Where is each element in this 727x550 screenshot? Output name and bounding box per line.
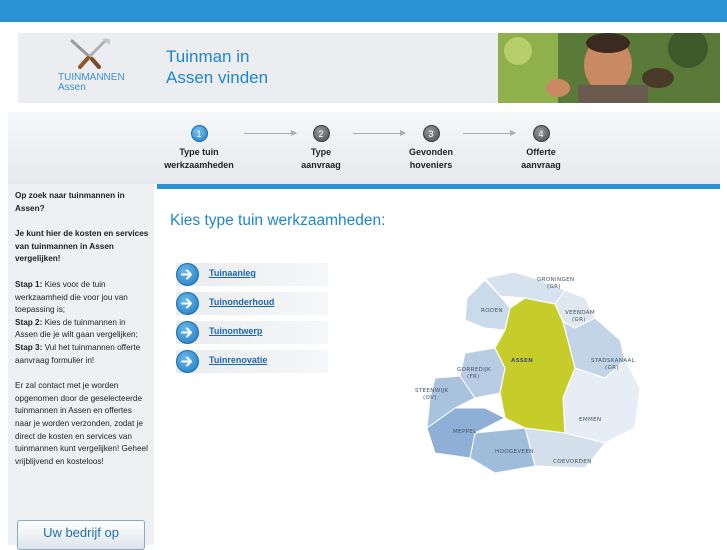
option-label[interactable]: Tuinaanleg <box>209 268 256 278</box>
map-label-hoogeveen: HOOGEVEEN <box>495 449 534 455</box>
step-4-label: Offerte aanvraag <box>495 146 587 172</box>
main-title: Kies type tuin werkzaamheden: <box>170 212 386 229</box>
region-map: GRONINGEN (GR) RODEN VEENDAM (GR) ASSEN … <box>415 271 641 474</box>
option-tuinonderhoud[interactable]: Tuinonderhoud <box>176 292 328 315</box>
step-1-number: 1 <box>190 125 208 142</box>
sidebar-steps: Stap 1: Kies voor de tuin werkzaamheid d… <box>15 279 149 367</box>
step-2-number: 2 <box>312 125 330 142</box>
sidebar-contact: Er zal contact met je worden opgenomen d… <box>15 381 148 466</box>
sidebar-text: Op zoek naar tuinmannen in Assen? Je kun… <box>15 190 149 481</box>
site-header: TUINMANNEN Assen Tuinman in Assen vinden <box>18 33 720 103</box>
step-4-number: 4 <box>532 125 550 142</box>
step-4-label-line1: Offerte <box>526 147 556 157</box>
arrow-right-icon <box>176 263 199 286</box>
sidebar-intro: Je kunt hier de kosten en services van t… <box>15 229 149 264</box>
top-bar <box>0 0 727 22</box>
garden-tools-icon <box>70 38 110 69</box>
option-tuinaanleg[interactable]: Tuinaanleg <box>176 263 328 286</box>
step-1-label-line1: Type tuin <box>179 147 219 157</box>
company-signup-button[interactable]: Uw bedrijf op <box>17 520 145 550</box>
option-label[interactable]: Tuinontwerp <box>209 326 262 336</box>
map-label-steenwijk-sub: (OV) <box>423 395 437 401</box>
arrow-right-icon <box>176 321 199 344</box>
map-label-emmen: EMMEN <box>579 417 601 423</box>
map-label-gorredijk-sub: (FR) <box>467 374 480 380</box>
logo-line2: Assen <box>58 82 86 93</box>
step-2-label: Type aanvraag <box>275 146 367 172</box>
sidebar-question: Op zoek naar tuinmannen in Assen? <box>15 191 125 213</box>
arrow-right-icon <box>176 350 199 373</box>
map-label-gorredijk: GORREDIJK <box>457 367 491 373</box>
step-4-label-line2: aanvraag <box>521 160 561 170</box>
step-4: 4 Offerte aanvraag <box>495 125 587 172</box>
page-title: Tuinman in Assen vinden <box>166 46 268 88</box>
map-label-veendam-sub: (GR) <box>572 317 586 323</box>
map-label-roden: RODEN <box>481 308 503 314</box>
map-label-stadskanaal: STADSKANAAL <box>591 358 636 364</box>
step1-label: Stap 1: <box>15 279 43 289</box>
step-3-label: Gevonden hoveniers <box>385 146 477 172</box>
map-label-veendam: VEENDAM <box>565 310 595 316</box>
step-2-label-line1: Type <box>310 147 332 157</box>
arrow-right-icon <box>176 292 199 315</box>
step-3-number: 3 <box>422 125 440 142</box>
step-2-label-line2: aanvraag <box>301 160 341 170</box>
map-label-stadskanaal-sub: (GR) <box>605 365 619 371</box>
step-3-label-line1: Gevonden <box>408 147 453 157</box>
option-tuinontwerp[interactable]: Tuinontwerp <box>176 321 328 344</box>
map-label-coevorden: COEVORDEN <box>553 459 592 465</box>
map-label-groningen-sub: (GR) <box>547 284 561 290</box>
step-1[interactable]: 1 Type tuin werkzaamheden <box>153 125 245 172</box>
step3-label: Stap 3: <box>15 342 43 352</box>
map-label-assen: ASSEN <box>511 358 533 364</box>
map-label-groningen: GRONINGEN <box>537 277 574 283</box>
option-tuinrenovatie[interactable]: Tuinrenovatie <box>176 350 328 373</box>
page-title-line2: Assen vinden <box>166 68 269 87</box>
content-divider <box>157 184 720 189</box>
logo-text: TUINMANNEN Assen <box>58 73 125 93</box>
step-1-label-line2: werkzaamheden <box>164 160 234 170</box>
step-3-label-line2: hoveniers <box>409 160 453 170</box>
option-label[interactable]: Tuinonderhoud <box>209 297 274 307</box>
map-label-meppel: MEPPEL <box>453 429 477 435</box>
step2-label: Stap 2: <box>15 317 43 327</box>
option-label[interactable]: Tuinrenovatie <box>209 355 267 365</box>
map-label-steenwijk: STEENWIJK <box>415 388 448 394</box>
step-1-label: Type tuin werkzaamheden <box>153 146 245 172</box>
page-title-line1: Tuinman in <box>166 47 250 66</box>
gardener-photo <box>498 33 720 103</box>
